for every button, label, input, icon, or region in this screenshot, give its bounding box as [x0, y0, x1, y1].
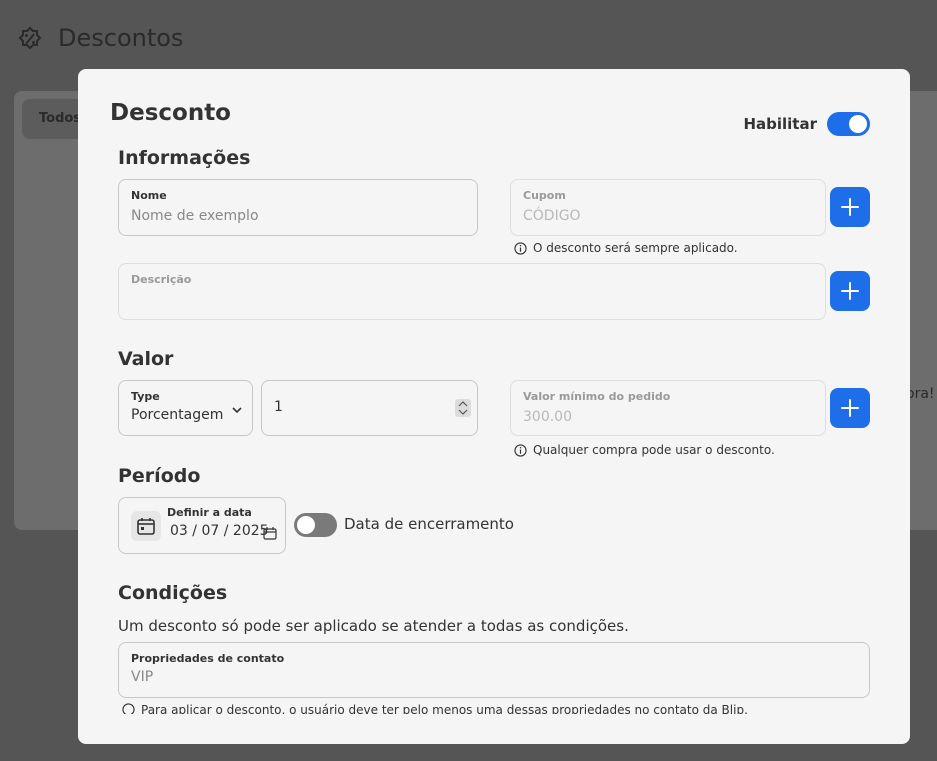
page-header: Descontos [14, 22, 183, 54]
amount-value: 1 [274, 399, 283, 415]
contact-properties-hint-text: Para aplicar o desconto, o usuário deve … [141, 703, 748, 714]
add-description-button[interactable] [830, 271, 870, 311]
amount-input[interactable]: 1 [261, 380, 478, 436]
contact-properties-hint: Para aplicar o desconto, o usuário deve … [122, 703, 748, 714]
start-date-field[interactable]: Definir a data 03 / 07 / 2025 [118, 497, 286, 554]
section-title-period: Período [118, 465, 201, 487]
background-side-text: ora! [906, 386, 935, 402]
coupon-field[interactable]: Cupom CÓDIGO [510, 179, 826, 236]
calendar-icon [137, 518, 155, 535]
date-month[interactable]: 07 [201, 523, 219, 539]
min-order-hint-text: Qualquer compra pode usar o desconto. [533, 443, 775, 457]
description-field[interactable]: Descrição [118, 263, 826, 320]
start-date-value: 03 / 07 / 2025 [170, 523, 269, 539]
min-order-field[interactable]: Valor mínimo do pedido 300.00 [510, 380, 826, 436]
start-date-label: Definir a data [167, 506, 252, 519]
plus-icon [841, 198, 859, 216]
end-date-label: Data de encerramento [344, 515, 514, 533]
contact-properties-label: Propriedades de contato [131, 652, 285, 665]
plus-icon [841, 399, 859, 417]
coupon-hint-text: O desconto será sempre aplicado. [533, 241, 738, 255]
name-placeholder: Nome de exemplo [131, 208, 259, 224]
name-field[interactable]: Nome Nome de exemplo [118, 179, 478, 236]
discount-icon [18, 26, 42, 50]
plus-icon [841, 282, 859, 300]
coupon-hint: O desconto será sempre aplicado. [514, 241, 738, 255]
section-title-value: Valor [118, 348, 174, 370]
modal-title: Desconto [110, 100, 231, 126]
coupon-label: Cupom [523, 189, 566, 202]
contact-properties-field[interactable]: Propriedades de contato VIP [118, 642, 870, 698]
conditions-description: Um desconto só pode ser aplicado se aten… [118, 617, 629, 635]
min-order-placeholder: 300.00 [523, 409, 572, 425]
add-min-order-button[interactable] [830, 388, 870, 428]
min-order-hint: Qualquer compra pode usar o desconto. [514, 443, 775, 457]
date-picker-icon[interactable] [263, 526, 277, 540]
page-title: Descontos [58, 24, 184, 52]
type-select[interactable]: Type Porcentagem [118, 380, 253, 436]
section-title-conditions: Condições [118, 582, 228, 604]
enable-control: Habilitar [743, 112, 870, 136]
section-title-info: Informações [118, 147, 251, 169]
info-icon [514, 443, 527, 457]
coupon-placeholder: CÓDIGO [523, 208, 581, 224]
type-value: Porcentagem [131, 407, 224, 423]
end-date-toggle[interactable] [294, 513, 337, 537]
description-label: Descrição [131, 273, 192, 286]
contact-properties-value: VIP [131, 669, 154, 685]
min-order-label: Valor mínimo do pedido [523, 390, 671, 403]
enable-label: Habilitar [743, 115, 817, 133]
discount-modal: Desconto Habilitar Informações Nome Nome… [78, 69, 910, 744]
number-spinner[interactable] [455, 399, 471, 417]
toggle-knob [849, 115, 867, 133]
info-icon [122, 703, 135, 714]
spinner-arrows-icon [458, 401, 468, 415]
type-label: Type [131, 390, 160, 403]
calendar-icon-wrap [131, 511, 161, 541]
chevron-down-icon [232, 407, 242, 414]
date-text: Definir a data 03 / 07 / 2025 [167, 506, 269, 539]
add-coupon-button[interactable] [830, 187, 870, 227]
info-icon [514, 241, 527, 255]
toggle-knob [297, 516, 315, 534]
enable-toggle[interactable] [827, 112, 870, 136]
date-day[interactable]: 03 [170, 523, 188, 539]
name-label: Nome [131, 189, 167, 202]
